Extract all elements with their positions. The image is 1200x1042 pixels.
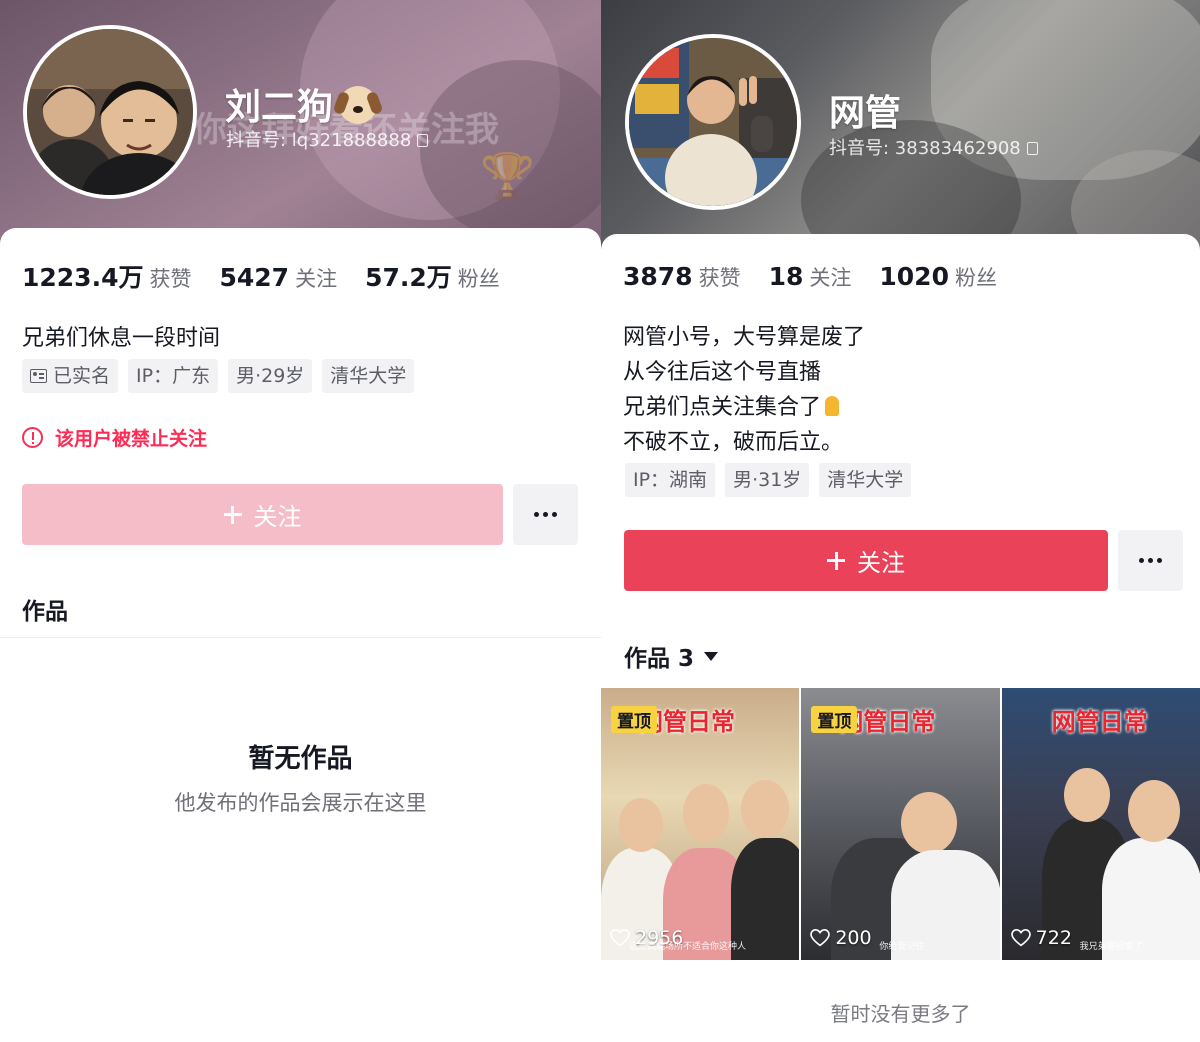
- stats-row: 3878 获赞 18 关注 1020 粉丝: [623, 262, 1025, 292]
- heart-icon: [1010, 929, 1031, 947]
- video-likes: 200: [810, 927, 872, 949]
- nickname: 网管: [829, 93, 902, 134]
- caret-down-icon[interactable]: [704, 651, 719, 661]
- more-dots-icon: [1139, 558, 1162, 563]
- nickname: 刘二狗: [225, 78, 378, 130]
- copy-icon[interactable]: [417, 134, 429, 147]
- id-card-icon: [30, 369, 47, 383]
- more-options-button[interactable]: [1118, 530, 1183, 591]
- tag-verified: 已实名: [22, 359, 119, 393]
- more-options-button[interactable]: [513, 484, 578, 545]
- tag-ip: IP：湖南: [625, 463, 716, 497]
- tag-school: 清华大学: [322, 359, 415, 393]
- plus-icon: [827, 551, 845, 570]
- follow-button-disabled[interactable]: 关注: [22, 484, 503, 545]
- video-subtitle: 你给我记住: [879, 942, 925, 952]
- no-more-text: 暂时没有更多了: [830, 1002, 971, 1026]
- plus-icon: [223, 505, 242, 524]
- stats-row: 1223.4万 获赞 5427 关注 57.2万 粉丝: [22, 258, 528, 294]
- bio-line: 网管小号，大号算是废了: [623, 325, 866, 350]
- heart-icon: [610, 929, 630, 947]
- works-tab[interactable]: 作品: [22, 592, 68, 626]
- dog-face-icon: [339, 86, 378, 124]
- works-divider: [0, 637, 601, 638]
- bio-line: 兄弟们休息一段时间: [22, 326, 221, 351]
- stat-following[interactable]: 18 关注: [769, 262, 852, 292]
- nickname-text: 刘二狗: [225, 87, 334, 128]
- tag-gender-age: 男·31岁: [725, 463, 810, 497]
- stat-followers[interactable]: 1020 粉丝: [879, 262, 997, 292]
- video-thumbnail[interactable]: 网管日常 置顶 2956 这是高端场所不适合你这种人: [601, 688, 800, 960]
- empty-works-subtitle: 他发布的作品会展示在这里: [174, 791, 427, 815]
- profile-tags: IP：湖南 男·31岁 清华大学: [625, 463, 921, 497]
- alert-circle-icon: [22, 427, 43, 448]
- tag-school: 清华大学: [819, 463, 912, 497]
- tag-gender-age: 男·29岁: [228, 359, 313, 393]
- more-dots-icon: [534, 512, 557, 517]
- trophy-icon: 🏆: [480, 151, 535, 202]
- video-subtitle: 我兄弟要回家了: [1079, 942, 1143, 952]
- pinned-badge: 置顶: [611, 706, 657, 733]
- stat-following[interactable]: 5427 关注: [219, 263, 337, 293]
- left-profile-panel: 你这拜好看还关注我 🏆 刘二狗 抖音号: lq321888888 1223.4万…: [0, 0, 601, 1042]
- video-grid: 网管日常 置顶 2956 这是高端场所不适合你这种人 网管日常 置顶 200 你…: [601, 688, 1200, 960]
- follow-button[interactable]: 关注: [624, 530, 1108, 591]
- bio-line: 不破不立，破而后立。: [623, 430, 844, 455]
- stat-followers[interactable]: 57.2万 粉丝: [365, 258, 500, 294]
- douyin-id-text: 抖音号: lq321888888: [226, 130, 412, 151]
- video-title: 网管日常: [1051, 708, 1148, 736]
- bio-line: 兄弟们点关注集合了: [623, 389, 843, 421]
- video-likes: 722: [1010, 927, 1072, 949]
- douyin-id[interactable]: 抖音号: lq321888888: [226, 126, 429, 152]
- pinned-badge: 置顶: [811, 706, 858, 733]
- stat-likes[interactable]: 3878 获赞: [623, 262, 741, 292]
- praying-hands-icon: [821, 395, 843, 417]
- douyin-id[interactable]: 抖音号: 38383462908: [829, 134, 1038, 160]
- heart-icon: [810, 929, 831, 947]
- video-thumbnail[interactable]: 网管日常 722 我兄弟要回家了: [1001, 688, 1200, 960]
- profile-tags: 已实名 IP：广东 男·29岁 清华大学: [22, 359, 424, 393]
- works-tab[interactable]: 作品 3: [624, 639, 719, 673]
- bio-line: 从今往后这个号直播: [623, 360, 822, 385]
- avatar[interactable]: [625, 34, 801, 210]
- copy-icon[interactable]: [1026, 142, 1038, 155]
- tag-ip: IP：广东: [128, 359, 219, 393]
- video-thumbnail[interactable]: 网管日常 置顶 200 你给我记住: [801, 688, 1000, 960]
- avatar[interactable]: [23, 25, 197, 199]
- empty-works-title: 暂无作品: [248, 744, 353, 774]
- video-subtitle: 这是高端场所不适合你这种人: [629, 942, 747, 952]
- right-profile-panel: 网管 抖音号: 38383462908 3878 获赞 18 关注 1020 粉丝 网…: [601, 0, 1200, 1042]
- douyin-id-text: 抖音号: 38383462908: [829, 138, 1021, 159]
- follow-banned-warning: 该用户被禁止关注: [22, 424, 207, 451]
- stat-likes[interactable]: 1223.4万 获赞: [22, 258, 191, 294]
